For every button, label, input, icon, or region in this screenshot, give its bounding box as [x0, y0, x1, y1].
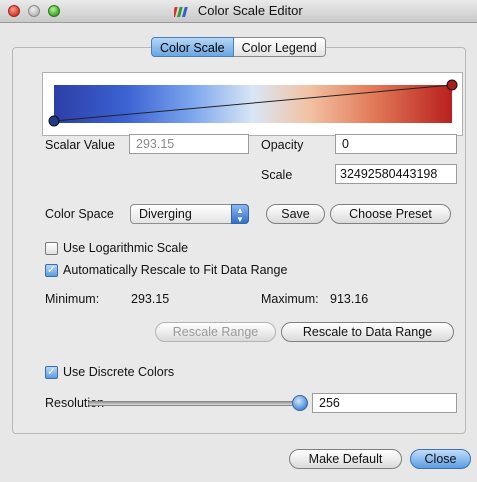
resolution-field[interactable]: 256	[312, 393, 457, 413]
color-scale-editor-window: Color Scale Editor Color Scale Color Leg…	[0, 0, 477, 482]
rescale-to-data-range-button[interactable]: Rescale to Data Range	[281, 322, 454, 342]
choose-preset-button[interactable]: Choose Preset	[330, 204, 451, 224]
select-arrows-icon: ▲ ▼	[231, 204, 249, 224]
rescale-range-button[interactable]: Rescale Range	[155, 322, 276, 342]
log-scale-checkbox[interactable]	[45, 242, 58, 255]
scalar-value-field: 293.15	[129, 134, 249, 154]
tab-bar: Color Scale Color Legend	[151, 37, 326, 57]
tab-color-scale[interactable]: Color Scale	[151, 37, 234, 57]
opacity-label: Opacity	[261, 138, 304, 152]
discrete-colors-label: Use Discrete Colors	[63, 365, 175, 379]
paraview-icon	[174, 6, 189, 17]
color-gradient-editor[interactable]	[42, 72, 463, 136]
make-default-button[interactable]: Make Default	[289, 449, 402, 469]
minimum-value: 293.15	[131, 292, 170, 306]
resolution-slider-track[interactable]	[88, 401, 300, 406]
scalar-value-label: Scalar Value	[45, 138, 115, 152]
discrete-colors-checkbox[interactable]: ✓	[45, 366, 58, 379]
color-space-label: Color Space	[45, 207, 114, 221]
minimum-label: Minimum:	[45, 292, 100, 306]
checkmark-icon: ✓	[46, 366, 57, 378]
auto-rescale-checkbox[interactable]: ✓	[45, 264, 58, 277]
scale-field[interactable]: 32492580443198	[335, 164, 457, 184]
color-space-value: Diverging	[139, 207, 192, 221]
scale-label: Scale	[261, 168, 293, 182]
save-button[interactable]: Save	[266, 204, 325, 224]
maximum-label: Maximum:	[261, 292, 319, 306]
tab-color-legend[interactable]: Color Legend	[233, 37, 326, 57]
end-control-point-icon[interactable]	[446, 79, 458, 91]
color-space-select[interactable]: Diverging ▲ ▼	[130, 204, 249, 224]
title-bar[interactable]: Color Scale Editor	[0, 0, 477, 23]
close-button[interactable]: Close	[410, 449, 471, 469]
resolution-slider-thumb[interactable]	[292, 395, 308, 411]
start-control-point-icon[interactable]	[48, 115, 60, 127]
log-scale-label: Use Logarithmic Scale	[63, 241, 189, 255]
window-title: Color Scale Editor	[197, 3, 303, 18]
opacity-function-curve	[48, 79, 458, 127]
checkmark-icon: ✓	[46, 264, 57, 276]
auto-rescale-label: Automatically Rescale to Fit Data Range	[63, 263, 288, 277]
opacity-field[interactable]: 0	[335, 134, 457, 154]
window-title-area: Color Scale Editor	[0, 0, 477, 22]
maximum-value: 913.16	[330, 292, 369, 306]
